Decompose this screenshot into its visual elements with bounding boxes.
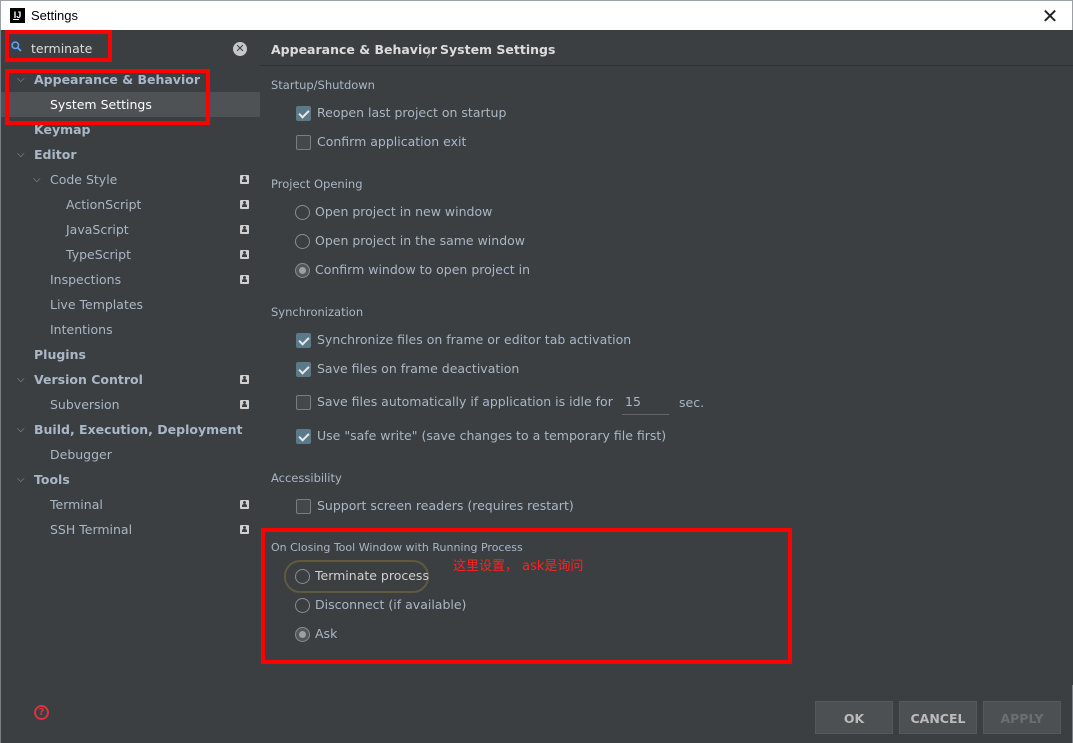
sidebar-item-code-style[interactable]: ⌵ Code Style (1, 167, 260, 192)
sidebar-item-inspections[interactable]: Inspections (1, 267, 260, 292)
safe-write-label[interactable]: Use "safe write" (save changes to a temp… (317, 426, 666, 446)
settings-dialog: ✕ ⌵ Appearance & Behavior System Setting… (0, 30, 1073, 743)
breadcrumb: Appearance & Behavior 〉 System Settings (260, 30, 1073, 66)
sidebar-item-debugger[interactable]: Debugger (1, 442, 260, 467)
highlight-box-closing-options (261, 528, 792, 664)
project-settings-icon (240, 375, 249, 384)
section-accessibility: Accessibility (271, 471, 342, 485)
dialog-footer: ? OK CANCEL APPLY (1, 685, 1072, 743)
sidebar-item-label: Editor (34, 147, 77, 162)
project-settings-icon (240, 275, 249, 284)
sidebar-item-typescript[interactable]: TypeScript (1, 242, 260, 267)
chevron-down-icon[interactable]: ⌵ (33, 167, 45, 192)
chevron-down-icon[interactable]: ⌵ (17, 417, 29, 442)
sidebar-item-plugins[interactable]: Plugins (1, 342, 260, 367)
sync-on-activation-checkbox[interactable] (296, 333, 311, 348)
apply-button[interactable]: APPLY (983, 701, 1061, 734)
open-same-window-radio[interactable] (295, 234, 310, 249)
sidebar-item-version-control[interactable]: ⌵ Version Control (1, 367, 260, 392)
reopen-last-project-checkbox[interactable] (296, 106, 311, 121)
sidebar-item-intentions[interactable]: Intentions (1, 317, 260, 342)
sidebar-item-editor[interactable]: ⌵ Editor (1, 142, 260, 167)
sidebar-item-label: SSH Terminal (50, 522, 133, 537)
sync-on-activation-label[interactable]: Synchronize files on frame or editor tab… (317, 330, 631, 350)
ok-button[interactable]: OK (815, 701, 893, 734)
confirm-window-radio[interactable] (295, 263, 310, 278)
idle-seconds-field[interactable] (622, 389, 669, 415)
idle-seconds-unit: sec. (679, 395, 705, 410)
sidebar-item-label: Terminal (50, 497, 103, 512)
settings-content-panel: Appearance & Behavior 〉 System Settings … (260, 30, 1073, 685)
section-startup-shutdown: Startup/Shutdown (271, 78, 375, 92)
save-on-deactivation-checkbox[interactable] (296, 362, 311, 377)
sidebar-item-label: ActionScript (66, 197, 142, 212)
sidebar-item-build-execution-deployment[interactable]: ⌵ Build, Execution, Deployment (1, 417, 260, 442)
project-settings-icon (240, 225, 249, 234)
chevron-down-icon[interactable]: ⌵ (17, 142, 29, 167)
cancel-button[interactable]: CANCEL (899, 701, 977, 734)
breadcrumb-current: System Settings (440, 42, 556, 57)
sidebar-item-label: Code Style (50, 172, 118, 187)
sidebar-item-tools[interactable]: ⌵ Tools (1, 467, 260, 492)
intellij-app-icon: IJ (10, 8, 25, 23)
help-icon[interactable]: ? (34, 705, 49, 720)
project-settings-icon (240, 175, 249, 184)
project-settings-icon (240, 200, 249, 209)
save-idle-label[interactable]: Save files automatically if application … (317, 392, 613, 412)
confirm-window-label[interactable]: Confirm window to open project in (315, 260, 530, 280)
sidebar-item-javascript[interactable]: JavaScript (1, 217, 260, 242)
screen-readers-checkbox[interactable] (296, 499, 311, 514)
sidebar-item-label: TypeScript (66, 247, 131, 262)
sidebar-item-label: Tools (34, 472, 70, 487)
screen-readers-label[interactable]: Support screen readers (requires restart… (317, 496, 574, 516)
reopen-last-project-label[interactable]: Reopen last project on startup (317, 103, 506, 123)
breadcrumb-parent[interactable]: Appearance & Behavior (271, 42, 437, 57)
sidebar-item-label: Build, Execution, Deployment (34, 422, 243, 437)
sidebar-item-ssh-terminal[interactable]: SSH Terminal (1, 517, 260, 542)
open-new-window-radio[interactable] (295, 205, 310, 220)
project-settings-icon (240, 500, 249, 509)
breadcrumb-separator-icon: 〉 (426, 45, 439, 60)
sidebar-item-label: Live Templates (50, 297, 144, 312)
sidebar-item-live-templates[interactable]: Live Templates (1, 292, 260, 317)
confirm-exit-checkbox[interactable] (296, 135, 311, 150)
section-project-opening: Project Opening (271, 177, 363, 191)
window-title-bar: IJ Settings ✕ (0, 0, 1073, 30)
sidebar-item-label: JavaScript (66, 222, 129, 237)
window-close-button[interactable]: ✕ (1038, 4, 1062, 28)
project-settings-icon (240, 250, 249, 259)
window-title: Settings (31, 8, 78, 23)
sidebar-item-label: Subversion (50, 397, 120, 412)
sidebar-item-subversion[interactable]: Subversion (1, 392, 260, 417)
confirm-exit-label[interactable]: Confirm application exit (317, 132, 466, 152)
chevron-down-icon[interactable]: ⌵ (17, 467, 29, 492)
project-settings-icon (240, 525, 249, 534)
section-synchronization: Synchronization (271, 305, 364, 319)
sidebar-item-label: Debugger (50, 447, 112, 462)
sidebar-item-label: Version Control (34, 372, 143, 387)
save-idle-checkbox[interactable] (296, 395, 311, 410)
safe-write-checkbox[interactable] (296, 429, 311, 444)
sidebar-item-terminal[interactable]: Terminal (1, 492, 260, 517)
open-new-window-label[interactable]: Open project in new window (315, 202, 492, 222)
highlight-box-system-settings (5, 69, 210, 125)
clear-search-icon[interactable]: ✕ (233, 42, 247, 56)
sidebar-item-label: Plugins (34, 347, 86, 362)
project-settings-icon (240, 400, 249, 409)
sidebar-item-actionscript[interactable]: ActionScript (1, 192, 260, 217)
open-same-window-label[interactable]: Open project in the same window (315, 231, 525, 251)
sidebar-item-label: Inspections (50, 272, 122, 287)
save-on-deactivation-label[interactable]: Save files on frame deactivation (317, 359, 519, 379)
settings-sidebar: ✕ ⌵ Appearance & Behavior System Setting… (1, 30, 260, 685)
chevron-down-icon[interactable]: ⌵ (17, 367, 29, 392)
sidebar-item-label: Intentions (50, 322, 113, 337)
highlight-box-search (5, 30, 112, 62)
